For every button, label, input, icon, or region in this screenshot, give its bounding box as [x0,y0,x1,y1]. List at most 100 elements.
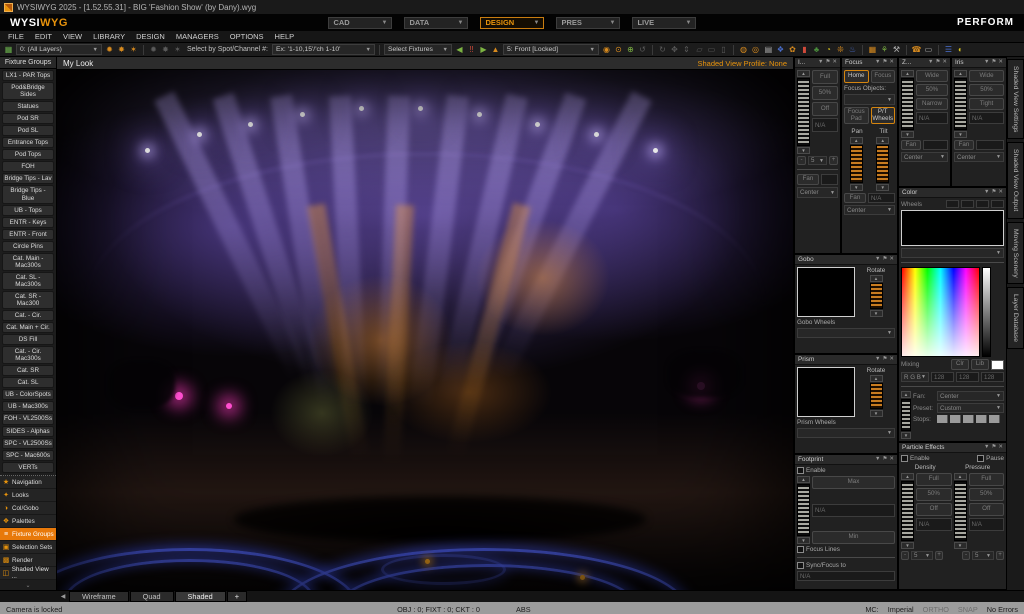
close-icon[interactable]: ✕ [889,457,894,463]
iris-tight-button[interactable]: Tight [969,98,1004,110]
mode-tab-cad[interactable]: CAD▼ [328,17,392,29]
fixture-group-button[interactable]: ENTR - Keys [2,217,54,228]
fixture-group-button[interactable]: DS Fill [2,334,54,345]
particle-pause-checkbox[interactable] [977,455,984,462]
color-wheel-tab[interactable] [946,200,959,208]
close-icon[interactable]: ✕ [889,257,894,263]
fixture-tool-3-icon[interactable]: ✶ [172,44,183,55]
fixture-group-button[interactable]: Cat. - Cir. Mac300s [2,346,54,364]
close-icon[interactable]: ✕ [998,190,1003,196]
intensity-step-select[interactable]: 5▼ [808,156,827,165]
pan-down-button[interactable]: ▼ [850,184,863,191]
zoom-50-button[interactable]: 50% [916,84,948,96]
zoom-slider[interactable] [901,78,914,130]
fixture-group-button[interactable]: Entrance Tops [2,137,54,148]
menu-item[interactable]: MANAGERS [176,32,219,41]
intensity-step-plus[interactable]: + [829,156,838,165]
color-r-field[interactable]: 128 [931,372,954,382]
pressure-step-select[interactable]: 5▼ [972,551,994,560]
fan-slider-down[interactable]: ▼ [901,432,911,439]
iris-slider[interactable] [954,78,967,130]
fixture-group-button[interactable]: Cat. Main + Cir. [2,322,54,333]
close-icon[interactable]: ✕ [942,60,947,66]
fixture-tool-2-icon[interactable]: ✸ [160,44,171,55]
iris-value-field[interactable]: N/A [969,112,1004,124]
slider-down-button[interactable]: ▼ [901,131,914,138]
color-wheel-tab[interactable] [991,200,1004,208]
prism-preview[interactable] [797,367,855,417]
camera-recall-icon[interactable]: ◎ [750,44,761,55]
viewport-tab-shaded[interactable]: Shaded [175,591,226,602]
density-slider[interactable] [901,481,914,541]
shaded-view-canvas[interactable] [57,70,793,590]
iris-50-button[interactable]: 50% [969,84,1004,96]
ortho-toggle[interactable]: ORTHO [923,605,949,614]
fixture-group-button[interactable]: FOH - VL2500Ss [2,413,54,424]
fixture-group-button[interactable]: Circle Pins [2,241,54,252]
footprint-enable-checkbox[interactable] [797,467,804,474]
pressure-50-button[interactable]: 50% [969,488,1005,501]
slider-up-button[interactable]: ▲ [797,70,810,77]
intensity-fan-button[interactable]: Fan [797,174,819,185]
pan-view-icon[interactable]: ✥ [669,44,680,55]
beam-cone-icon[interactable]: ▲ [490,44,501,55]
pressure-slider[interactable] [954,481,967,541]
panel-menu-icon[interactable]: ▼ [875,60,880,66]
menu-item[interactable]: OPTIONS [230,32,264,41]
panel-menu-icon[interactable]: ▼ [984,190,989,196]
camera-reset-icon[interactable]: ↺ [637,44,648,55]
focus-home-button[interactable]: Home [844,70,869,83]
gobo-rotate-down[interactable]: ▼ [870,310,883,317]
color-stop-segment[interactable] [950,415,961,423]
focus-fan-button[interactable]: Fan [844,193,866,203]
fixture-group-button[interactable]: Pod&Bridge Sides [2,82,54,100]
sidebar-item-looks[interactable]: ✦ Looks [0,489,56,502]
footprint-value-field[interactable]: N/A [812,504,895,517]
right-dock-tab[interactable]: Layer Database [1007,287,1024,349]
prism-wheel-select[interactable]: ▼ [797,428,895,438]
footprint-slider[interactable] [797,484,810,536]
pt-wheels-button[interactable]: P/T Wheels [871,107,896,124]
zoom-wide-button[interactable]: Wide [916,70,948,82]
footprint-min-button[interactable]: Min [812,531,895,544]
fan-slider-up[interactable]: ▲ [901,391,911,398]
density-step-plus[interactable]: + [935,551,943,560]
color-fan-select[interactable]: Center▼ [937,391,1004,401]
fixture-group-button[interactable]: VERTs [2,462,54,473]
close-icon[interactable]: ✕ [998,60,1003,66]
fixture-group-button[interactable]: FOH [2,161,54,172]
fixture-group-button[interactable]: ENTR - Front [2,229,54,240]
footprint-max-button[interactable]: Max [812,476,895,489]
color-stop-segment[interactable] [989,415,1000,423]
fixture-beam-icon[interactable]: ✶ [128,44,139,55]
error-indicator[interactable]: No Errors [987,605,1018,614]
add-view-tab-button[interactable]: + [227,591,247,602]
sync-focus-checkbox[interactable] [797,562,804,569]
pressure-full-button[interactable]: Full [969,473,1005,486]
color-wheel-select[interactable]: ▼ [901,248,1004,258]
fixture-group-button[interactable]: Bridge Tips - Blue [2,185,54,203]
particle-enable-checkbox[interactable] [901,455,908,462]
fixture-group-button[interactable]: SPC - Mac600s [2,450,54,461]
slider-up-button[interactable]: ▲ [954,70,967,77]
sync-focus-field[interactable]: N/A [797,571,895,581]
intensity-slider[interactable] [797,78,810,146]
dmx-patch-icon[interactable]: ▤ [763,44,774,55]
color-stop-segment[interactable] [937,415,948,423]
color-mode-select[interactable]: R G B▼ [901,372,929,382]
fixture-wash-icon[interactable]: ✸ [116,44,127,55]
slider-down-button[interactable]: ▼ [954,131,967,138]
fixture-group-button[interactable]: UB - Tops [2,205,54,216]
menu-item[interactable]: DESIGN [136,32,165,41]
intensity-50-button[interactable]: 50% [812,86,838,100]
sidebar-item-shaded-view[interactable]: ◫ Shaded View ... [0,567,56,580]
pressure-value-field[interactable]: N/A [969,518,1005,531]
density-step-select[interactable]: 5▼ [911,551,933,560]
mode-tab-pres[interactable]: PRES▼ [556,17,620,29]
mode-tab-live[interactable]: LIVE▼ [632,17,696,29]
next-selection-icon[interactable]: ▶ [478,44,489,55]
slider-up-button[interactable]: ▲ [954,473,967,480]
focus-fan-mode-select[interactable]: Center▼ [844,205,895,215]
thermo-icon[interactable]: ▮ [799,44,810,55]
color-preset-select[interactable]: Custom▼ [937,403,1004,413]
